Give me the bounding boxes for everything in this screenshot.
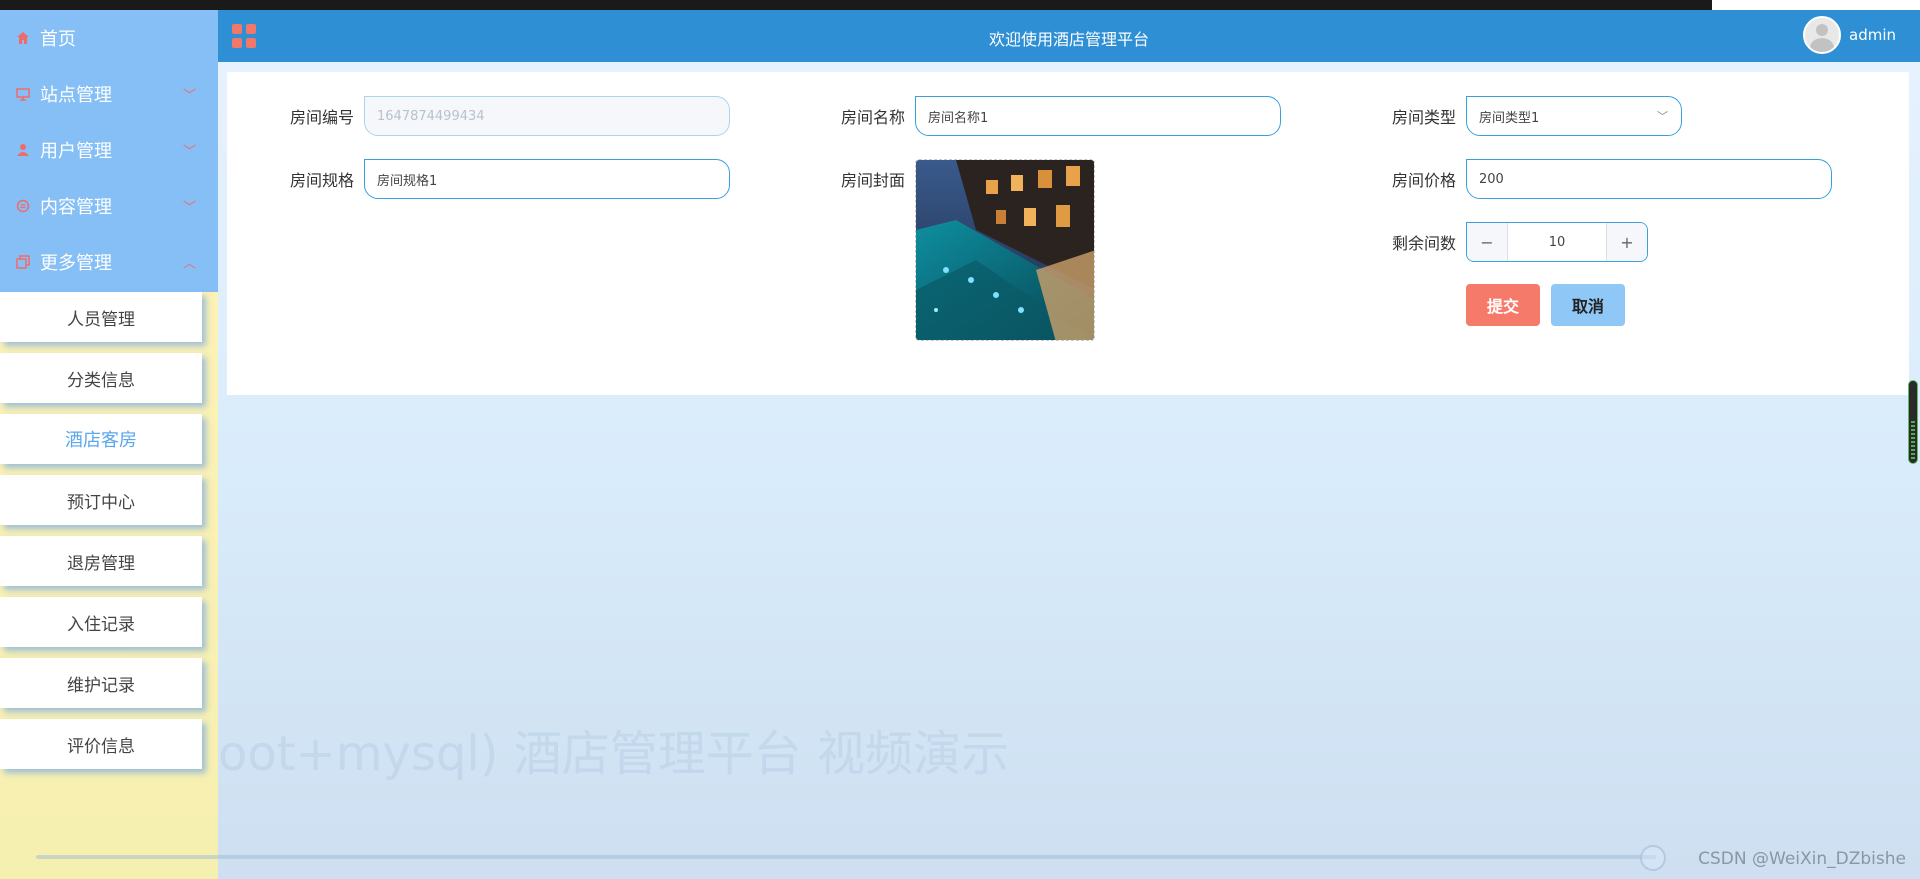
label-room-spec: 房间规格 — [289, 171, 354, 190]
chevron-down-icon: ﹀ — [182, 88, 196, 104]
sidebar-item-users[interactable]: 用户管理 ﹀ — [0, 122, 218, 178]
sidebar-item-label: 更多管理 — [40, 253, 112, 274]
submenu-item-checkin-records[interactable]: 入住记录 — [0, 597, 202, 647]
label-remaining: 剩余间数 — [1391, 234, 1456, 253]
credit-text: CSDN @WeiXin_DZbishe — [1698, 849, 1906, 869]
label-room-no: 房间编号 — [289, 108, 354, 127]
room-price-input[interactable]: 200 — [1466, 159, 1832, 199]
video-progress-track[interactable] — [36, 855, 1656, 859]
sidebar-item-content[interactable]: 内容管理 ﹀ — [0, 178, 218, 234]
room-no-input: 1647874499434 — [364, 96, 730, 136]
label-room-price: 房间价格 — [1391, 171, 1456, 190]
sidebar-item-label: 用户管理 — [40, 141, 112, 162]
avatar[interactable] — [1803, 16, 1841, 54]
hotel-pool-image — [916, 160, 1094, 340]
field-room-name: 房间名称 房间名称1 — [833, 96, 1281, 136]
submit-button[interactable]: 提交 — [1466, 284, 1540, 326]
sidebar-item-home[interactable]: 首页 — [0, 10, 218, 66]
label-room-name: 房间名称 — [840, 108, 905, 127]
plus-icon[interactable]: + — [1607, 223, 1647, 261]
room-type-select[interactable]: 房间类型1 — [1466, 96, 1682, 136]
sidebar-menu: 首页 站点管理 ﹀ 用户管理 ﹀ 内容管理 ﹀ 更多管理 ︿ — [0, 10, 218, 292]
sidebar-item-label: 首页 — [40, 29, 76, 50]
user-menu[interactable]: admin — [1803, 16, 1896, 54]
room-form: 房间编号 1647874499434 房间名称 房间名称1 房间类型 房间类型1… — [227, 72, 1909, 395]
username: admin — [1849, 26, 1896, 44]
submenu-item-reviews[interactable]: 评价信息 — [0, 719, 202, 769]
sidebar-item-label: 站点管理 — [40, 85, 112, 106]
field-remaining: 剩余间数 − 10 + — [1384, 222, 1648, 262]
video-progress-knob[interactable] — [1640, 845, 1666, 871]
home-icon — [14, 29, 32, 47]
submenu-item-rooms[interactable]: 酒店客房 — [0, 414, 202, 464]
room-name-input[interactable]: 房间名称1 — [915, 96, 1281, 136]
top-strip — [0, 0, 1920, 10]
room-spec-input[interactable]: 房间规格1 — [364, 159, 730, 199]
submenu-item-checkout[interactable]: 退房管理 — [0, 536, 202, 586]
submenu-item-maintenance[interactable]: 维护记录 — [0, 658, 202, 708]
field-room-cover: 房间封面 — [833, 159, 1095, 341]
field-room-type: 房间类型 房间类型1 ﹀ — [1384, 96, 1682, 136]
header: 欢迎使用酒店管理平台 admin — [218, 10, 1920, 62]
chevron-up-icon: ︿ — [182, 256, 196, 272]
top-black-bar — [0, 0, 1712, 10]
page-title: 欢迎使用酒店管理平台 — [988, 30, 1149, 49]
submenu-item-booking[interactable]: 预订中心 — [0, 475, 202, 525]
copy-icon — [14, 253, 32, 271]
remaining-stepper[interactable]: − 10 + — [1466, 222, 1648, 262]
field-room-price: 房间价格 200 — [1384, 159, 1832, 199]
monitor-icon — [14, 85, 32, 103]
room-cover-image[interactable] — [915, 159, 1095, 341]
scrollbar-thumb[interactable] — [1908, 380, 1918, 464]
user-icon — [14, 141, 32, 159]
submenu-item-category[interactable]: 分类信息 — [0, 353, 202, 403]
submenu: 人员管理 分类信息 酒店客房 预订中心 退房管理 入住记录 维护记录 评价信息 — [0, 292, 218, 780]
minus-icon[interactable]: − — [1467, 223, 1507, 261]
remaining-value[interactable]: 10 — [1507, 223, 1607, 261]
sidebar-item-label: 内容管理 — [40, 197, 112, 218]
cancel-button[interactable]: 取消 — [1551, 284, 1625, 326]
sidebar-item-site[interactable]: 站点管理 ﹀ — [0, 66, 218, 122]
chevron-down-icon: ﹀ — [182, 144, 196, 160]
field-room-no: 房间编号 1647874499434 — [282, 96, 730, 136]
chevron-down-icon: ﹀ — [182, 200, 196, 216]
chevron-down-icon: ﹀ — [1657, 110, 1668, 123]
sidebar-item-more[interactable]: 更多管理 ︿ — [0, 234, 218, 290]
field-room-spec: 房间规格 房间规格1 — [282, 159, 730, 199]
video-watermark: oot+mysql) 酒店管理平台 视频演示 — [218, 726, 1009, 782]
label-room-type: 房间类型 — [1391, 108, 1456, 127]
label-room-cover: 房间封面 — [840, 171, 905, 190]
submenu-item-staff[interactable]: 人员管理 — [0, 292, 202, 342]
chat-icon — [14, 197, 32, 215]
